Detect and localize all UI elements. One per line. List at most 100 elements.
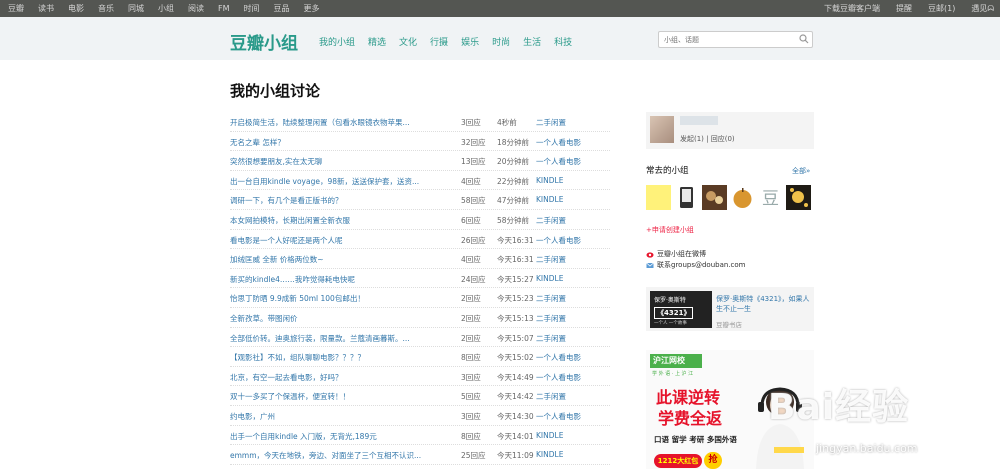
group-link[interactable]: 二手闲置: [536, 117, 566, 128]
table-row: 调研一下，有几个是看正版书的？ 58回应 47分钟前 KINDLE: [230, 190, 610, 210]
ad-headline-2: 学费全返: [658, 409, 723, 428]
search-icon[interactable]: [799, 34, 809, 44]
group-link[interactable]: KINDLE: [536, 176, 563, 185]
nav-link-fm[interactable]: FM: [218, 4, 230, 13]
table-row: 出手一个自用kindle 入门版，无背光,189元 8回应 今天14:01 KINDL…: [230, 426, 610, 446]
search-input[interactable]: [659, 32, 797, 47]
group-icon-douban[interactable]: 豆: [758, 185, 783, 210]
reply-count: 58回应: [461, 196, 486, 206]
reply-count: 24回应: [461, 274, 486, 284]
tab-travel-photo[interactable]: 行摄: [430, 35, 448, 48]
weibo-icon: [646, 251, 654, 258]
group-link[interactable]: 一个人看电影: [536, 411, 581, 422]
group-link[interactable]: 二手闲置: [536, 391, 566, 402]
tab-culture[interactable]: 文化: [399, 35, 417, 48]
group-link[interactable]: KINDLE: [536, 450, 563, 459]
book-ad[interactable]: 保罗·奥斯特 《4321》 一个人 一个故事 保罗·奥斯特《4321》，如果人生…: [646, 287, 814, 331]
topic-title-link[interactable]: 无名之辈 怎样？: [230, 137, 450, 148]
nav-link-books[interactable]: 读书: [38, 3, 54, 14]
group-link[interactable]: KINDLE: [536, 431, 563, 440]
topic-title-link[interactable]: 调研一下，有几个是看正版书的？: [230, 195, 450, 206]
nav-link-groups[interactable]: 小组: [158, 3, 174, 14]
nav-link-music[interactable]: 音乐: [98, 3, 114, 14]
account-links: 下载豆瓣客户端 提醒 豆邮(1) 遇见ᗣ: [808, 0, 994, 17]
notifications-link[interactable]: 提醒: [896, 3, 912, 14]
nav-link-more[interactable]: 更多: [304, 3, 320, 14]
topic-title-link[interactable]: 新买的kindle4……我咋觉得耗电快呢: [230, 274, 450, 285]
groups-logo[interactable]: 豆瓣小组: [230, 29, 298, 54]
group-icon-yellow[interactable]: [646, 185, 671, 210]
weibo-link[interactable]: 豆瓣小组在微博: [657, 249, 706, 259]
topic-title-link[interactable]: emmm，今天在地铁，旁边、对面坐了三个互相不认识...: [230, 450, 450, 461]
topic-title-link[interactable]: 开启极简生活，陆续整理闲置（包看水眼镜衣物苹果...: [230, 117, 450, 128]
topic-title-link[interactable]: 约电影，广州: [230, 411, 450, 422]
group-link[interactable]: KINDLE: [536, 195, 563, 204]
group-link[interactable]: 二手闲置: [536, 215, 566, 226]
mail-link[interactable]: 豆邮(1): [928, 3, 955, 14]
book-cover[interactable]: 保罗·奥斯特 《4321》 一个人 一个故事: [650, 291, 712, 328]
topic-title-link[interactable]: 突然很想要朋友,实在太无聊: [230, 156, 450, 167]
group-link[interactable]: 二手闲置: [536, 293, 566, 304]
topic-title-link[interactable]: 全部低价转。迪奥旅行装，限量款。兰蔻清画暮斯。...: [230, 333, 450, 344]
group-link[interactable]: 二手闲置: [536, 313, 566, 324]
topic-title-link[interactable]: 看电影是一个人好呢还是两个人呢: [230, 235, 450, 246]
topic-title-link[interactable]: 双十一多买了个保温杯，便宜转！！: [230, 391, 450, 402]
topic-time: 今天14:01: [497, 431, 534, 441]
group-icon-fruit[interactable]: [730, 185, 755, 210]
tab-featured[interactable]: 精选: [368, 35, 386, 48]
topic-title-link[interactable]: 北京，有空一起去看电影，好吗？: [230, 372, 450, 383]
tab-entertainment[interactable]: 娱乐: [461, 35, 479, 48]
table-row: 本女网拍模特，长期出闲置全新衣服 6回应 58分钟前 二手闲置: [230, 210, 610, 230]
book-ad-link[interactable]: 保罗·奥斯特《4321》，如果人生不止一生: [716, 294, 811, 314]
tab-life[interactable]: 生活: [523, 35, 541, 48]
topic-title-link[interactable]: 怡思丁防晒 9.9成新 50ml 100包邮出！: [230, 293, 450, 304]
user-menu[interactable]: 遇见ᗣ: [971, 3, 994, 14]
topic-list: 开启极简生活，陆续整理闲置（包看水眼镜衣物苹果... 3回应 4秒前 二手闲置 无名之辈…: [230, 112, 610, 465]
replies-count-link[interactable]: 回应(0): [711, 135, 735, 143]
promo-badge[interactable]: 1212大红包: [654, 454, 702, 468]
group-link[interactable]: KINDLE: [536, 274, 563, 283]
all-groups-link[interactable]: 全部»: [792, 166, 810, 176]
topic-title-link[interactable]: 全新孜草。带图闲价: [230, 313, 450, 324]
group-link[interactable]: 一个人看电影: [536, 137, 581, 148]
nav-link-douban[interactable]: 豆瓣: [8, 3, 24, 14]
topic-title-link[interactable]: 加绒匡威 全新 价格两位数~: [230, 254, 450, 265]
avatar[interactable]: [650, 116, 674, 143]
tab-tech[interactable]: 科技: [554, 35, 572, 48]
topic-title-link[interactable]: 出一台自用kindle voyage，98新，送送保护套，送资...: [230, 176, 450, 187]
nav-link-market[interactable]: 豆品: [274, 3, 290, 14]
group-link[interactable]: 二手闲置: [536, 254, 566, 265]
topic-time: 今天15:07: [497, 333, 534, 343]
group-link[interactable]: 一个人看电影: [536, 372, 581, 383]
nav-link-read[interactable]: 阅读: [188, 3, 204, 14]
global-nav-links: 豆瓣 读书 电影 音乐 同城 小组 阅读 FM 时间 豆品 更多: [8, 0, 334, 17]
reply-count: 32回应: [461, 137, 486, 147]
topic-title-link[interactable]: 本女网拍模特，长期出闲置全新衣服: [230, 215, 450, 226]
group-link[interactable]: 一个人看电影: [536, 352, 581, 363]
group-link[interactable]: 二手闲置: [536, 333, 566, 344]
nav-link-city[interactable]: 同城: [128, 3, 144, 14]
tab-fashion[interactable]: 时尚: [492, 35, 510, 48]
topic-time: 今天14:42: [497, 392, 534, 402]
download-app-link[interactable]: 下载豆瓣客户端: [824, 3, 880, 14]
frequent-groups-grid: 豆: [646, 185, 811, 210]
group-icon-kindle[interactable]: [674, 185, 699, 210]
create-group-link[interactable]: +申请创建小组: [646, 225, 694, 235]
group-link[interactable]: 一个人看电影: [536, 156, 581, 167]
grab-button[interactable]: 抢: [704, 452, 722, 469]
username-blurred[interactable]: [680, 116, 718, 125]
topic-time: 今天15:02: [497, 353, 534, 363]
group-icon-film[interactable]: [702, 185, 727, 210]
reply-count: 6回应: [461, 215, 481, 225]
topic-title-link[interactable]: 【观影社】不如，组队聊聊电影？？？？: [230, 352, 450, 363]
group-icon-dark[interactable]: [786, 185, 811, 210]
group-link[interactable]: 一个人看电影: [536, 235, 581, 246]
table-row: 出一台自用kindle voyage，98新，送送保护套，送资... 4回应 22分…: [230, 171, 610, 191]
table-row: 怡思丁防晒 9.9成新 50ml 100包邮出！ 2回应 今天15:23 二手闲置: [230, 288, 610, 308]
nav-link-movies[interactable]: 电影: [68, 3, 84, 14]
posts-count-link[interactable]: 发起(1): [680, 135, 704, 143]
topic-title-link[interactable]: 出手一个自用kindle 入门版，无背光,189元: [230, 431, 450, 442]
reply-count: 4回应: [461, 255, 481, 265]
nav-link-time[interactable]: 时间: [244, 3, 260, 14]
tab-my-groups[interactable]: 我的小组: [319, 35, 355, 48]
